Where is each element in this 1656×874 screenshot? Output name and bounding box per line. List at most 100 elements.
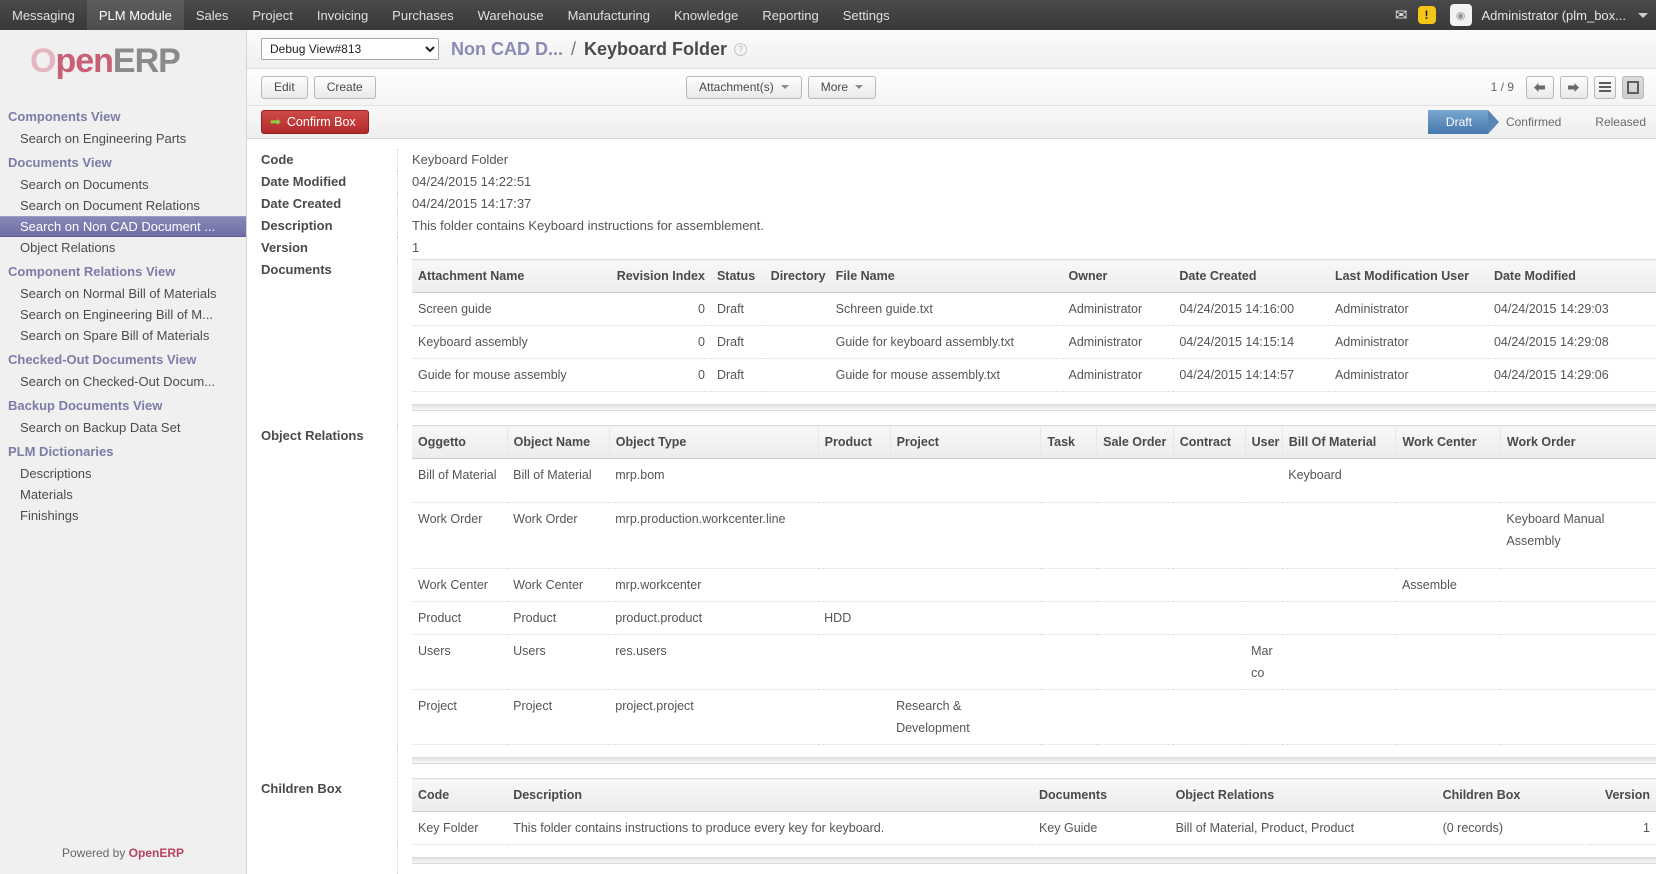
column-header-last-modification-user[interactable]: Last Modification User	[1328, 259, 1488, 293]
table-row[interactable]: Keyboard assembly 0 Draft Guide for keyboar…	[412, 325, 1656, 359]
menu-item-plm-module[interactable]: PLM Module	[86, 0, 184, 30]
table-row[interactable]: Screen guide 0 Draft Schreen guide.txt Admin…	[412, 292, 1656, 326]
menu-item-reporting[interactable]: Reporting	[750, 0, 830, 30]
column-header-date-modified[interactable]: Date Modified	[1487, 259, 1656, 293]
sidebar-item-search-on-normal-bill-of-materials[interactable]: Search on Normal Bill of Materials	[0, 283, 246, 304]
menu-item-knowledge[interactable]: Knowledge	[662, 0, 750, 30]
cell-project: Research & Development	[890, 689, 1041, 745]
debug-view-select[interactable]: Debug View#813	[261, 38, 439, 60]
menu-item-warehouse[interactable]: Warehouse	[466, 0, 556, 30]
table-row[interactable]: Bill of Material Bill of Material mrp.bom K…	[412, 458, 1656, 503]
column-header-object-name[interactable]: Object Name	[507, 425, 610, 459]
create-button[interactable]: Create	[313, 75, 376, 99]
logo-part-3: ERP	[112, 42, 181, 80]
status-badge-draft[interactable]: Draft	[1427, 110, 1499, 134]
embedded-list: Attachment Name Revision Index Status Direc…	[412, 259, 1656, 392]
sidebar-item-search-on-checked-out-docum-[interactable]: Search on Checked-Out Docum...	[0, 371, 246, 392]
column-header-file-name[interactable]: File Name	[829, 259, 1063, 293]
cell-directory	[764, 292, 830, 326]
field-value-description: This folder contains Keyboard instructio…	[397, 215, 1656, 237]
menu-item-manufacturing[interactable]: Manufacturing	[556, 0, 662, 30]
more-button[interactable]: More	[807, 75, 877, 99]
column-header-revision-index[interactable]: Revision Index	[607, 259, 711, 293]
field-value-date-created: 04/24/2015 14:17:37	[397, 193, 1656, 215]
column-header-product[interactable]: Product	[818, 425, 891, 459]
table-row[interactable]: Project Project project.project Research & …	[412, 689, 1656, 745]
column-header-object-type[interactable]: Object Type	[609, 425, 819, 459]
sidebar-item-search-on-spare-bill-of-materials[interactable]: Search on Spare Bill of Materials	[0, 325, 246, 346]
cell-object-type: mrp.production.workcenter.line	[609, 502, 819, 569]
confirm-box-button[interactable]: ➡ Confirm Box	[261, 110, 369, 134]
column-header-bill-of-material[interactable]: Bill Of Material	[1282, 425, 1397, 459]
column-header-description[interactable]: Description	[507, 778, 1033, 812]
cell-contract	[1173, 634, 1246, 690]
previous-record-button[interactable]	[1525, 75, 1554, 99]
warning-badge-icon[interactable]: !	[1417, 6, 1436, 24]
sidebar-group-documents-view: Documents View	[8, 155, 112, 170]
table-row[interactable]: Work Center Work Center mrp.workcenter Asse…	[412, 568, 1656, 602]
table-row[interactable]: Guide for mouse assembly 0 Draft Guide for …	[412, 358, 1656, 392]
column-header-owner[interactable]: Owner	[1062, 259, 1174, 293]
sidebar-item-search-on-documents[interactable]: Search on Documents	[0, 174, 246, 195]
next-record-button[interactable]	[1559, 75, 1588, 99]
column-header-status[interactable]: Status	[710, 259, 765, 293]
breadcrumb-separator: /	[571, 38, 577, 59]
breadcrumb-parent-link[interactable]: Non CAD D...	[451, 39, 563, 60]
column-header-object-relations[interactable]: Object Relations	[1169, 778, 1437, 812]
sidebar-item-search-on-engineering-parts[interactable]: Search on Engineering Parts	[0, 128, 246, 149]
user-menu-label[interactable]: Administrator (plm_box...	[1482, 8, 1627, 23]
cell-product	[818, 689, 891, 745]
sidebar-item-search-on-document-relations[interactable]: Search on Document Relations	[0, 195, 246, 216]
menu-item-sales[interactable]: Sales	[184, 0, 241, 30]
column-header-directory[interactable]: Directory	[764, 259, 830, 293]
menu-item-project[interactable]: Project	[240, 0, 304, 30]
table-row[interactable]: Users Users res.users Marco	[412, 634, 1656, 690]
sidebar-item-search-on-non-cad-document-[interactable]: Search on Non CAD Document ...	[0, 216, 246, 237]
cell-oggetto: Users	[412, 634, 508, 690]
column-header-oggetto[interactable]: Oggetto	[412, 425, 508, 459]
menu-item-invoicing[interactable]: Invoicing	[305, 0, 380, 30]
column-header-code[interactable]: Code	[412, 778, 508, 812]
sidebar-group-backup-documents-view: Backup Documents View	[8, 398, 163, 413]
column-header-attachment-name[interactable]: Attachment Name	[412, 259, 608, 293]
column-header-sale-order[interactable]: Sale Order	[1096, 425, 1174, 459]
cell-work-order	[1500, 568, 1656, 602]
menu-item-purchases[interactable]: Purchases	[380, 0, 465, 30]
column-header-project[interactable]: Project	[890, 425, 1042, 459]
envelope-icon[interactable]: ✉	[1395, 8, 1408, 23]
form-view-icon[interactable]	[1621, 75, 1644, 99]
field-label-date-modified: Date Modified	[261, 174, 347, 189]
sidebar-item-materials[interactable]: Materials	[0, 484, 246, 505]
cell-sale-order	[1096, 689, 1174, 745]
column-header-work-center[interactable]: Work Center	[1395, 425, 1501, 459]
sidebar-item-descriptions[interactable]: Descriptions	[0, 463, 246, 484]
sidebar-item-search-on-backup-data-set[interactable]: Search on Backup Data Set	[0, 417, 246, 438]
column-header-documents[interactable]: Documents	[1032, 778, 1170, 812]
table-row[interactable]: Product Product product.product HDD	[412, 601, 1656, 635]
column-header-user[interactable]: User	[1245, 425, 1283, 459]
menu-item-settings[interactable]: Settings	[831, 0, 902, 30]
menu-item-messaging[interactable]: Messaging	[0, 0, 87, 30]
table-row[interactable]: Key Folder This folder contains instructi…	[412, 811, 1656, 845]
list-view-icon[interactable]	[1593, 75, 1616, 99]
column-header-version[interactable]: Version	[1589, 778, 1656, 812]
status-badge-confirmed[interactable]: Confirmed	[1488, 110, 1577, 134]
column-header-contract[interactable]: Contract	[1173, 425, 1246, 459]
powered-by-brand: OpenERP	[128, 846, 185, 860]
column-header-children-box[interactable]: Children Box	[1436, 778, 1590, 812]
sidebar-item-search-on-engineering-bill-of-m-[interactable]: Search on Engineering Bill of M...	[0, 304, 246, 325]
column-header-task[interactable]: Task	[1040, 425, 1098, 459]
cell-code: Key Folder	[412, 811, 508, 845]
cell-work-order	[1500, 458, 1656, 503]
table-row[interactable]: Work Order Work Order mrp.production.workc…	[412, 502, 1656, 569]
column-header-work-order[interactable]: Work Order	[1500, 425, 1656, 459]
help-icon[interactable]: ?	[734, 42, 748, 56]
edit-button[interactable]: Edit	[261, 75, 308, 99]
attachments-button[interactable]: Attachment(s)	[686, 75, 802, 99]
chevron-down-icon[interactable]	[1638, 12, 1648, 18]
cell-contract	[1173, 502, 1246, 569]
column-header-date-created[interactable]: Date Created	[1173, 259, 1329, 293]
status-badge-released[interactable]: Released	[1577, 110, 1656, 134]
sidebar-item-finishings[interactable]: Finishings	[0, 505, 246, 526]
sidebar-item-object-relations[interactable]: Object Relations	[0, 237, 246, 258]
